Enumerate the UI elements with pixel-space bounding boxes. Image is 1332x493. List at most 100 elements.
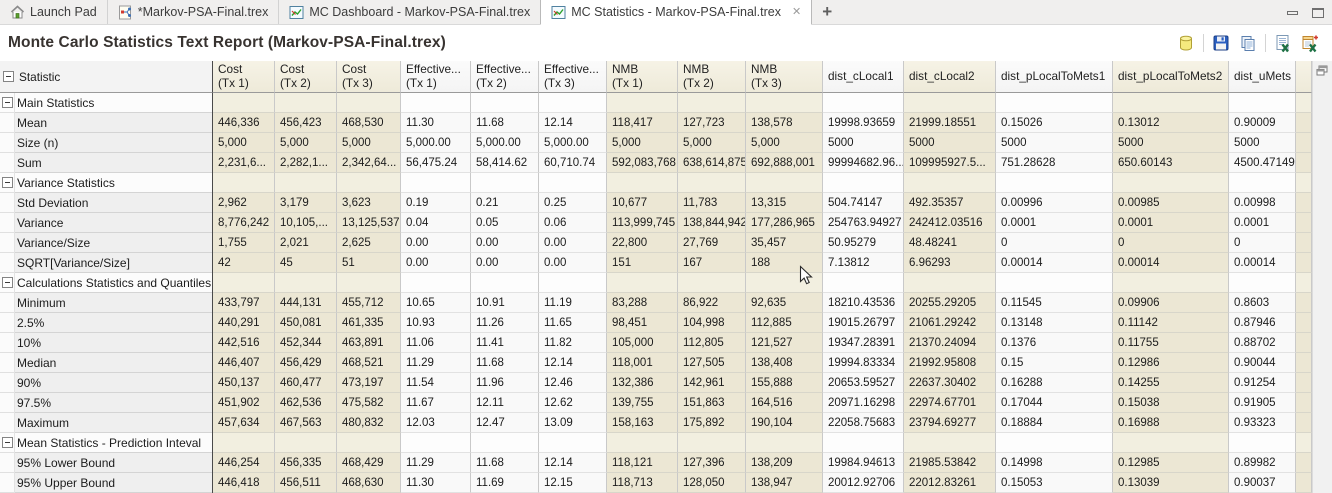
- collapse-group-icon[interactable]: [1, 437, 13, 448]
- table-row[interactable]: Mean 446,336 456,423 468,530 11.30 11.68 12.14…: [0, 113, 1332, 133]
- row-filler: [1296, 113, 1312, 133]
- collapse-group-icon[interactable]: [1, 97, 13, 108]
- collapse-group-icon[interactable]: [1, 177, 13, 188]
- table-group-row[interactable]: Calculations Statistics and Quantiles: [0, 273, 1332, 293]
- value-cell: 177,286,965: [746, 213, 823, 233]
- statistic-column-header[interactable]: Statistic: [0, 61, 213, 93]
- column-header-cost-tx3[interactable]: Cost (Tx 3): [337, 61, 401, 93]
- maximize-icon[interactable]: [1312, 7, 1324, 18]
- row-filler: [1296, 173, 1312, 193]
- value-cell: 60,710.74: [539, 153, 607, 173]
- value-cell: 0.1376: [996, 333, 1113, 353]
- table-row[interactable]: Size (n) 5,000 5,000 5,000 5,000.00 5,000.00 5…: [0, 133, 1332, 153]
- value-cell: 8,776,242: [213, 213, 275, 233]
- value-cell: 456,429: [275, 353, 337, 373]
- table-row[interactable]: 2.5% 440,291 450,081 461,335 10.93 11.26 11.65…: [0, 313, 1332, 333]
- column-header-label: dist_cLocal2: [909, 69, 975, 83]
- statistic-label: Sum: [15, 153, 212, 173]
- tab-mc-dashboard[interactable]: MC Dashboard - Markov-PSA-Final.trex: [278, 0, 540, 24]
- column-header-effectiveness-tx1[interactable]: Effective... (Tx 1): [401, 61, 471, 93]
- table-row[interactable]: Variance 8,776,242 10,105,... 13,125,537 0.0…: [0, 213, 1332, 233]
- table-row[interactable]: Maximum 457,634 467,563 480,832 12.03 12.47 13…: [0, 413, 1332, 433]
- export-excel-icon[interactable]: [1273, 33, 1293, 53]
- table-row[interactable]: SQRT[Variance/Size] 42 45 51 0.00 0.00 0.00 151…: [0, 253, 1332, 273]
- collapse-all-icon[interactable]: [3, 71, 14, 82]
- column-header-sublabel: (Tx 3): [342, 76, 373, 90]
- row-filler: [1296, 433, 1312, 453]
- table-row[interactable]: Median 446,407 456,429 468,521 11.29 11.68 12.…: [0, 353, 1332, 373]
- value-cell: [539, 93, 607, 113]
- column-header-effectiveness-tx2[interactable]: Effective... (Tx 2): [471, 61, 539, 93]
- vertical-scrollbar[interactable]: [1312, 61, 1332, 493]
- table-row[interactable]: 95% Lower Bound 446,254 456,335 468,429 11.2…: [0, 453, 1332, 473]
- column-header-dist-plocaltomets2[interactable]: dist_pLocalToMets2: [1113, 61, 1229, 93]
- value-cell: 12.03: [401, 413, 471, 433]
- value-cell: 11.30: [401, 113, 471, 133]
- table-row[interactable]: 10% 442,516 452,344 463,891 11.06 11.41 11.82 1…: [0, 333, 1332, 353]
- statistic-label: 95% Lower Bound: [15, 453, 212, 473]
- column-header-label: NMB: [612, 62, 639, 76]
- value-cell: 13.09: [539, 413, 607, 433]
- value-cell: 0.00: [471, 253, 539, 273]
- value-cell: 21061.29242: [904, 313, 996, 333]
- tab-markov-model[interactable]: *Markov-PSA-Final.trex: [106, 0, 279, 24]
- tab-mc-statistics[interactable]: MC Statistics - Markov-PSA-Final.trex ✕: [540, 0, 813, 25]
- column-header-nmb-tx1[interactable]: NMB (Tx 1): [607, 61, 678, 93]
- new-tab-button[interactable]: +: [812, 0, 842, 24]
- value-cell: 2,021: [275, 233, 337, 253]
- close-tab-icon[interactable]: ✕: [792, 6, 801, 18]
- table-row[interactable]: 95% Upper Bound 446,418 456,511 468,630 11.3…: [0, 473, 1332, 493]
- value-cell: 128,050: [678, 473, 746, 493]
- restore-columns-icon[interactable]: [1316, 65, 1328, 79]
- column-header-dist-clocal1[interactable]: dist_cLocal1: [823, 61, 904, 93]
- collapse-group-icon[interactable]: [1, 277, 13, 288]
- value-cell: 11.68: [471, 113, 539, 133]
- table-row[interactable]: Std Deviation 2,962 3,179 3,623 0.19 0.21 0.25…: [0, 193, 1332, 213]
- table-row[interactable]: Variance/Size 1,755 2,021 2,625 0.00 0.00 0.00…: [0, 233, 1332, 253]
- value-cell: 592,083,768: [607, 153, 678, 173]
- column-header-nmb-tx2[interactable]: NMB (Tx 2): [678, 61, 746, 93]
- table-row[interactable]: 90% 450,137 460,477 473,197 11.54 11.96 12.46 1…: [0, 373, 1332, 393]
- column-header-nmb-tx3[interactable]: NMB (Tx 3): [746, 61, 823, 93]
- value-cell: 109995927.5...: [904, 153, 996, 173]
- table-group-row[interactable]: Variance Statistics: [0, 173, 1332, 193]
- value-cell: 638,614,875: [678, 153, 746, 173]
- tab-launch-pad[interactable]: Launch Pad: [0, 0, 107, 24]
- statistic-cell: Mean: [0, 113, 213, 133]
- save-icon[interactable]: [1211, 33, 1231, 53]
- value-cell: 0.89982: [1229, 453, 1296, 473]
- value-cell: 0.15026: [996, 113, 1113, 133]
- table-group-row[interactable]: Main Statistics: [0, 93, 1332, 113]
- value-cell: 468,521: [337, 353, 401, 373]
- minimize-icon[interactable]: [1287, 10, 1298, 15]
- statistic-label: SQRT[Variance/Size]: [15, 253, 212, 273]
- table-group-row[interactable]: Mean Statistics - Prediction Inteval: [0, 433, 1332, 453]
- statistic-cell: Median: [0, 353, 213, 373]
- value-cell: 127,396: [678, 453, 746, 473]
- table-row[interactable]: Minimum 433,797 444,131 455,712 10.65 10.91 11…: [0, 293, 1332, 313]
- column-header-cost-tx2[interactable]: Cost (Tx 2): [275, 61, 337, 93]
- expander-gutter: [0, 113, 15, 133]
- column-header-dist-clocal2[interactable]: dist_cLocal2: [904, 61, 996, 93]
- copy-icon[interactable]: [1238, 33, 1258, 53]
- value-cell: 118,001: [607, 353, 678, 373]
- value-cell: 5000: [996, 133, 1113, 153]
- export-excel-add-icon[interactable]: [1300, 33, 1320, 53]
- table-row[interactable]: 97.5% 451,902 462,536 475,582 11.67 12.11 12.6…: [0, 393, 1332, 413]
- column-header-dist-umets[interactable]: dist_uMets: [1229, 61, 1296, 93]
- value-cell: 151,863: [678, 393, 746, 413]
- value-cell: [213, 433, 275, 453]
- value-cell: 5,000.00: [401, 133, 471, 153]
- statistic-label: Variance: [15, 213, 212, 233]
- column-header-cost-tx1[interactable]: Cost (Tx 1): [213, 61, 275, 93]
- table-row[interactable]: Sum 2,231,6... 2,282,1... 2,342,64... 56,475…: [0, 153, 1332, 173]
- value-cell: 151: [607, 253, 678, 273]
- value-cell: 650.60143: [1113, 153, 1229, 173]
- column-header-effectiveness-tx3[interactable]: Effective... (Tx 3): [539, 61, 607, 93]
- value-cell: 11.29: [401, 353, 471, 373]
- value-cell: [746, 173, 823, 193]
- database-icon[interactable]: [1176, 33, 1196, 53]
- value-cell: 139,755: [607, 393, 678, 413]
- column-header-label: dist_cLocal1: [828, 69, 894, 83]
- column-header-dist-plocaltomets1[interactable]: dist_pLocalToMets1: [996, 61, 1113, 93]
